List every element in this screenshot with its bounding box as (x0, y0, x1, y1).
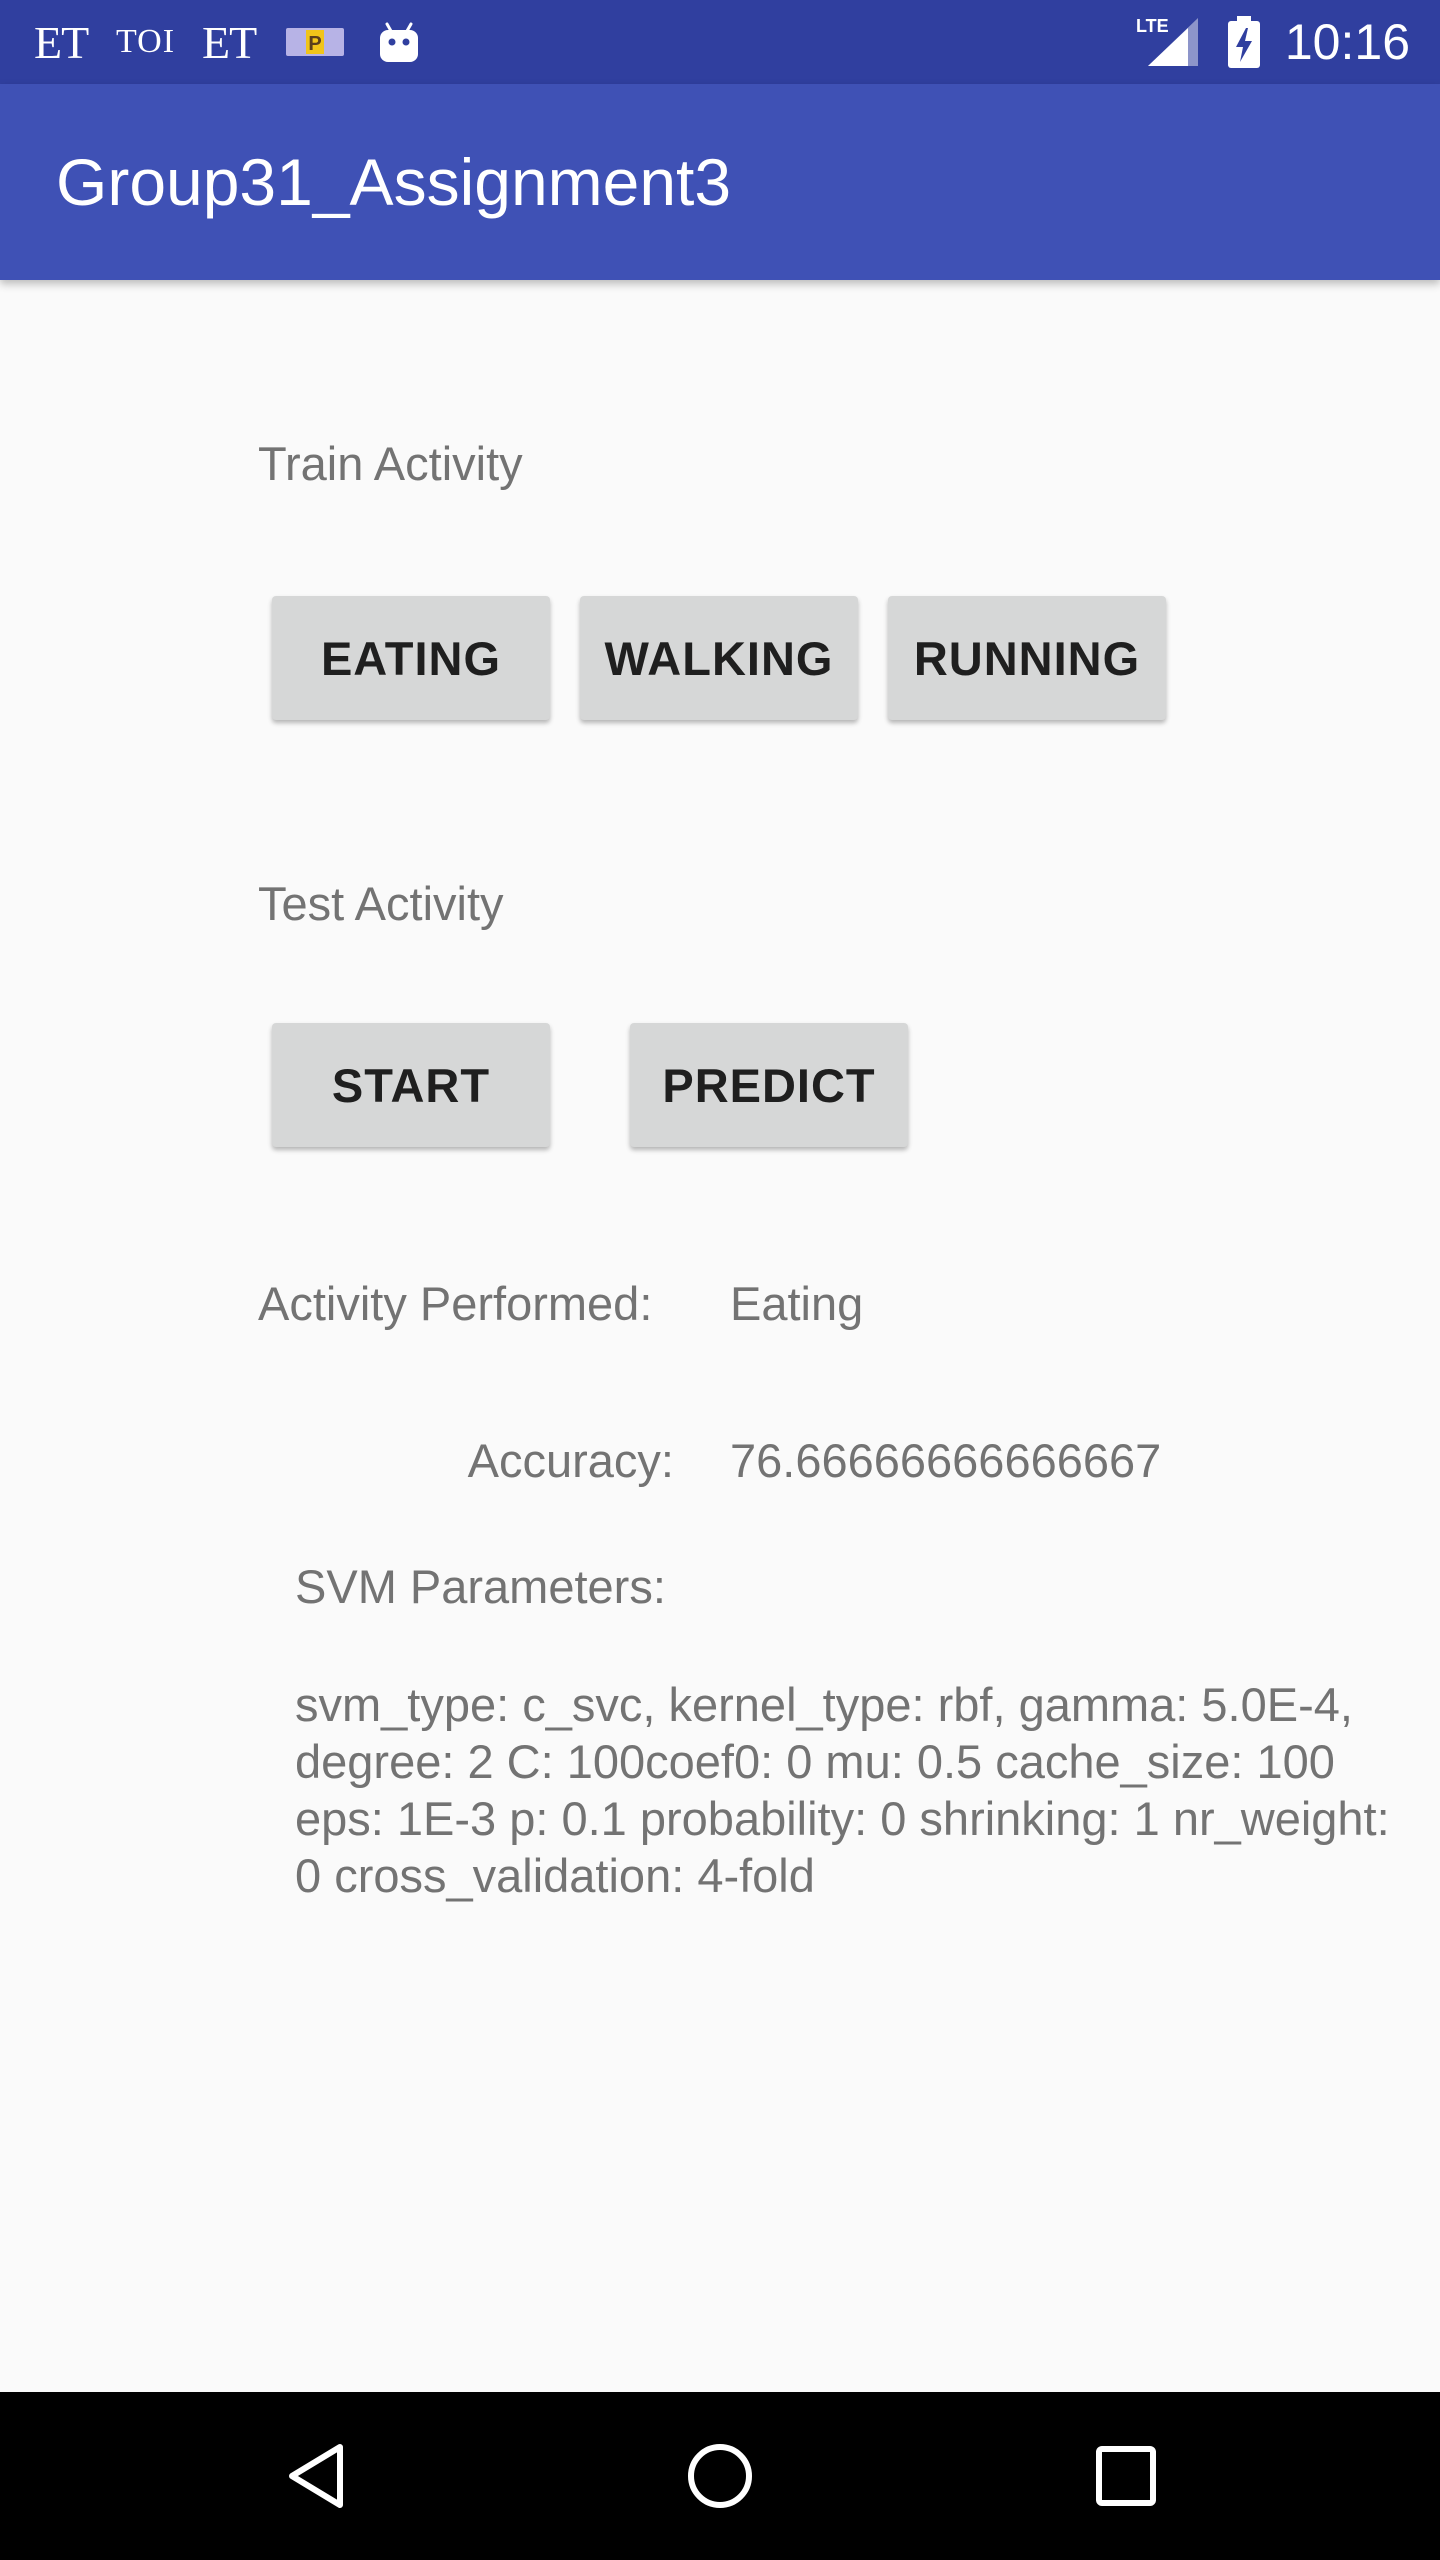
app-screen: ET TOI ET P LTE 10:16 Group31_Assignment… (0, 0, 1440, 2560)
svm-parameters-heading: SVM Parameters: (295, 1560, 666, 1613)
test-activity-heading: Test Activity (258, 877, 504, 930)
running-button[interactable]: RUNNING (888, 596, 1166, 720)
et-notification-icon: ET (34, 16, 89, 68)
home-button[interactable] (620, 2392, 820, 2560)
battery-charging-icon (1226, 10, 1262, 74)
parking-app-icon: P (286, 10, 344, 74)
activity-performed-value: Eating (730, 1277, 864, 1330)
recents-button[interactable] (1026, 2392, 1226, 2560)
toi-notification-icon: TOI (116, 23, 176, 60)
activity-performed-label: Activity Performed: (258, 1277, 653, 1330)
start-button[interactable]: START (272, 1023, 550, 1147)
walking-button[interactable]: WALKING (580, 596, 858, 720)
android-icon (378, 10, 420, 74)
accuracy-label: Accuracy: (467, 1434, 674, 1487)
status-bar: ET TOI ET P LTE 10:16 (0, 0, 1440, 84)
status-time: 10:16 (1284, 14, 1410, 70)
eating-button[interactable]: EATING (272, 596, 550, 720)
lte-signal-icon: LTE (1134, 10, 1202, 74)
back-triangle-icon (289, 2444, 343, 2508)
app-bar: Group31_Assignment3 (0, 84, 1440, 280)
svm-parameters-text: svm_type: c_svc, kernel_type: rbf, gamma… (295, 1678, 1390, 1902)
lte-label: LTE (1136, 16, 1169, 36)
home-circle-icon (688, 2444, 752, 2508)
back-button[interactable] (216, 2392, 416, 2560)
et-notification-icon-2: ET (202, 16, 257, 68)
accuracy-value: 76.66666666666667 (730, 1434, 1162, 1487)
navigation-bar (0, 2392, 1440, 2560)
svg-text:P: P (308, 33, 321, 55)
recents-square-icon (1096, 2446, 1156, 2506)
train-activity-heading: Train Activity (258, 437, 523, 490)
app-title: Group31_Assignment3 (56, 145, 732, 219)
predict-button[interactable]: PREDICT (630, 1023, 908, 1147)
